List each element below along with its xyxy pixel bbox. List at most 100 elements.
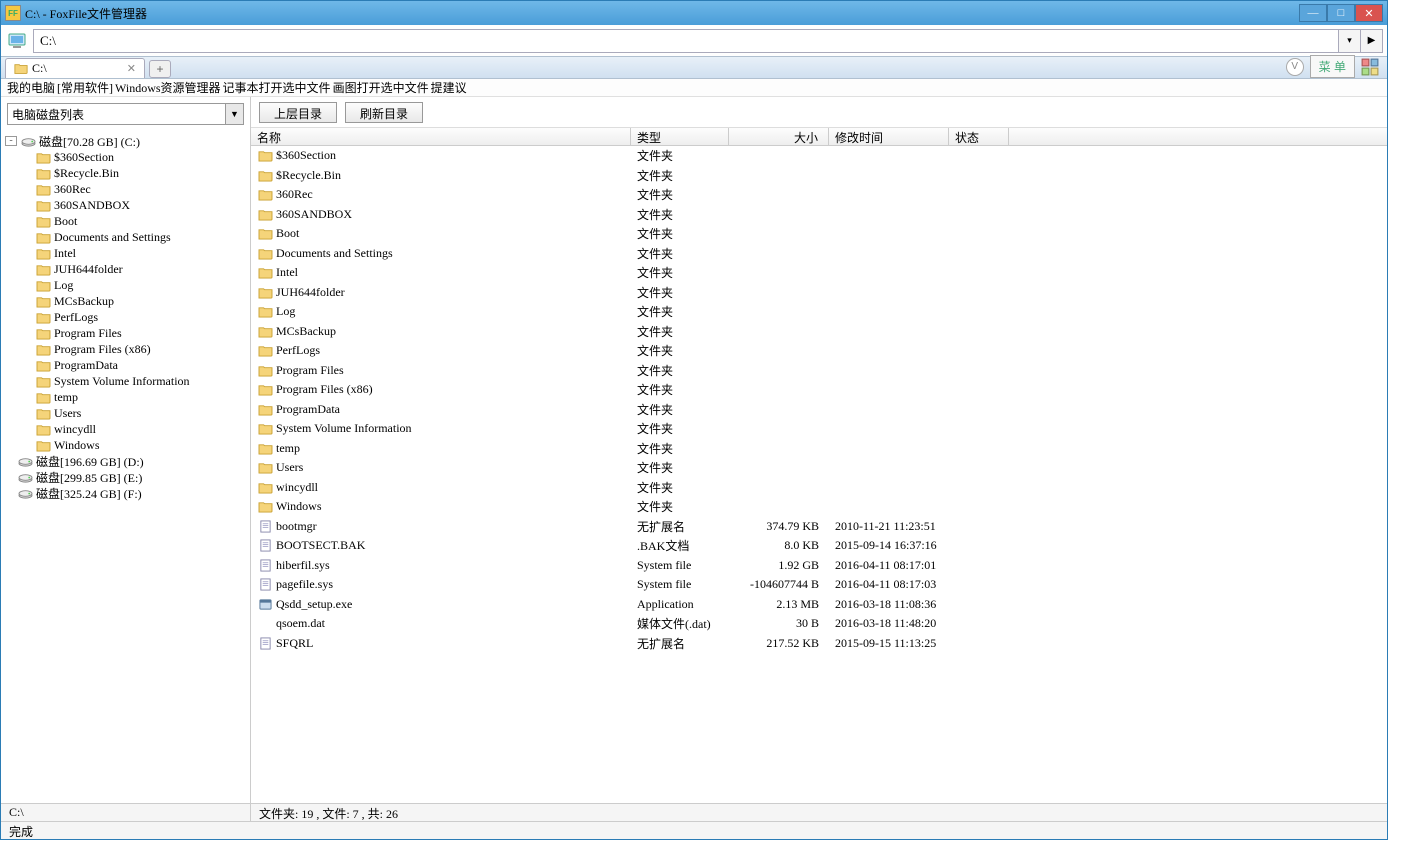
menu-paint[interactable]: 画图打开选中文件 [333,79,429,96]
file-row[interactable]: BOOTSECT.BAK.BAK文档8.0 KB2015-09-14 16:37… [251,536,1387,556]
chevron-down-icon[interactable]: ▼ [225,104,243,124]
up-button[interactable]: 上层目录 [259,102,337,123]
folder-icon [257,207,273,221]
tree-folder[interactable]: Intel [5,245,246,261]
new-tab-button[interactable]: + [149,60,171,78]
folder-row[interactable]: 360Rec文件夹 [251,185,1387,205]
go-button[interactable]: ▶ [1361,29,1383,53]
status-bottom: 完成 [1,821,1387,839]
minimize-button[interactable]: — [1299,4,1327,22]
file-icon [257,519,273,533]
tree-folder[interactable]: Users [5,405,246,421]
menu-explorer[interactable]: Windows资源管理器 [115,79,221,96]
tree-folder[interactable]: $Recycle.Bin [5,165,246,181]
folder-row[interactable]: Program Files (x86)文件夹 [251,380,1387,400]
folder-icon [35,198,51,212]
content-area: 电脑磁盘列表 ▼ -磁盘[70.28 GB] (C:)$360Section$R… [1,97,1387,803]
folder-row[interactable]: temp文件夹 [251,439,1387,459]
menu-common-software[interactable]: [常用软件] [57,79,113,96]
folder-icon [35,294,51,308]
file-row[interactable]: hiberfil.sysSystem file1.92 GB2016-04-11… [251,556,1387,576]
tree-folder[interactable]: $360Section [5,149,246,165]
file-row[interactable]: Qsdd_setup.exeApplication2.13 MB2016-03-… [251,595,1387,615]
tree-folder[interactable]: System Volume Information [5,373,246,389]
tree-drive[interactable]: 磁盘[196.69 GB] (D:) [5,453,246,469]
check-icon[interactable]: V [1286,58,1304,76]
file-icon [257,558,273,572]
file-row[interactable]: pagefile.sysSystem file-104607744 B2016-… [251,575,1387,595]
tree-folder[interactable]: PerfLogs [5,309,246,325]
folder-row[interactable]: ProgramData文件夹 [251,400,1387,420]
folder-row[interactable]: Boot文件夹 [251,224,1387,244]
folder-row[interactable]: JUH644folder文件夹 [251,283,1387,303]
address-input[interactable] [33,29,1339,53]
tree-folder[interactable]: 360SANDBOX [5,197,246,213]
tree-folder[interactable]: Log [5,277,246,293]
tab-close-icon[interactable]: ✕ [127,62,136,75]
header-size[interactable]: 大小 [729,128,829,145]
tree-folder[interactable]: Documents and Settings [5,229,246,245]
address-toolbar: ▾ ▶ [1,25,1387,57]
tree-folder[interactable]: temp [5,389,246,405]
header-modified[interactable]: 修改时间 [829,128,949,145]
tree-folder[interactable]: Program Files [5,325,246,341]
folder-row[interactable]: Program Files文件夹 [251,361,1387,381]
folder-icon [35,438,51,452]
folder-row[interactable]: Windows文件夹 [251,497,1387,517]
header-status[interactable]: 状态 [949,128,1009,145]
tree-folder[interactable]: MCsBackup [5,293,246,309]
drive-combo[interactable]: 电脑磁盘列表 ▼ [7,103,244,125]
title-bar: FF C:\ - FoxFile文件管理器 — □ ✕ [1,1,1387,25]
folder-row[interactable]: $360Section文件夹 [251,146,1387,166]
file-row[interactable]: SFQRL无扩展名217.52 KB2015-09-15 11:13:25 [251,634,1387,654]
tree-drive[interactable]: 磁盘[325.24 GB] (F:) [5,485,246,501]
folder-row[interactable]: Log文件夹 [251,302,1387,322]
file-row[interactable]: qsoem.dat媒体文件(.dat)30 B2016-03-18 11:48:… [251,614,1387,634]
tree-folder[interactable]: 360Rec [5,181,246,197]
menu-feedback[interactable]: 提建议 [431,79,467,96]
window-title: C:\ - FoxFile文件管理器 [25,5,1299,22]
grid-header: 名称 类型 大小 修改时间 状态 [251,128,1387,146]
folder-icon [35,310,51,324]
main-window: FF C:\ - FoxFile文件管理器 — □ ✕ ▾ ▶ C:\ ✕ + … [0,0,1388,840]
folder-row[interactable]: 360SANDBOX文件夹 [251,205,1387,225]
tree-folder[interactable]: Program Files (x86) [5,341,246,357]
folder-row[interactable]: Documents and Settings文件夹 [251,244,1387,264]
menu-button[interactable]: 菜 单 [1310,55,1355,78]
tree-folder[interactable]: Windows [5,437,246,453]
close-button[interactable]: ✕ [1355,4,1383,22]
tree-root-c[interactable]: -磁盘[70.28 GB] (C:) [5,133,246,149]
folder-row[interactable]: $Recycle.Bin文件夹 [251,166,1387,186]
folder-tree: -磁盘[70.28 GB] (C:)$360Section$Recycle.Bi… [1,131,250,803]
menu-mycomputer[interactable]: 我的电脑 [7,79,55,96]
folder-row[interactable]: Intel文件夹 [251,263,1387,283]
status-bar-row: C:\ 文件夹: 19 , 文件: 7 , 共: 26 [1,803,1387,821]
address-dropdown[interactable]: ▾ [1339,29,1361,53]
folder-icon [257,402,273,416]
file-row[interactable]: bootmgr无扩展名374.79 KB2010-11-21 11:23:51 [251,517,1387,537]
view-grid-icon[interactable] [1361,58,1379,76]
folder-row[interactable]: wincydll文件夹 [251,478,1387,498]
window-buttons: — □ ✕ [1299,4,1383,22]
app-icon: FF [5,5,21,21]
header-name[interactable]: 名称 [251,128,631,145]
file-icon [257,578,273,592]
refresh-button[interactable]: 刷新目录 [345,102,423,123]
maximize-button[interactable]: □ [1327,4,1355,22]
folder-icon [257,188,273,202]
tree-folder[interactable]: ProgramData [5,357,246,373]
tab-c-drive[interactable]: C:\ ✕ [5,58,145,78]
folder-row[interactable]: MCsBackup文件夹 [251,322,1387,342]
folder-row[interactable]: System Volume Information文件夹 [251,419,1387,439]
header-type[interactable]: 类型 [631,128,729,145]
folder-row[interactable]: Users文件夹 [251,458,1387,478]
tree-folder[interactable]: JUH644folder [5,261,246,277]
computer-icon [5,29,29,53]
folder-icon [257,168,273,182]
menu-notepad[interactable]: 记事本打开选中文件 [223,79,331,96]
folder-row[interactable]: PerfLogs文件夹 [251,341,1387,361]
folder-icon [35,278,51,292]
tree-drive[interactable]: 磁盘[299.85 GB] (E:) [5,469,246,485]
tree-folder[interactable]: Boot [5,213,246,229]
tree-folder[interactable]: wincydll [5,421,246,437]
